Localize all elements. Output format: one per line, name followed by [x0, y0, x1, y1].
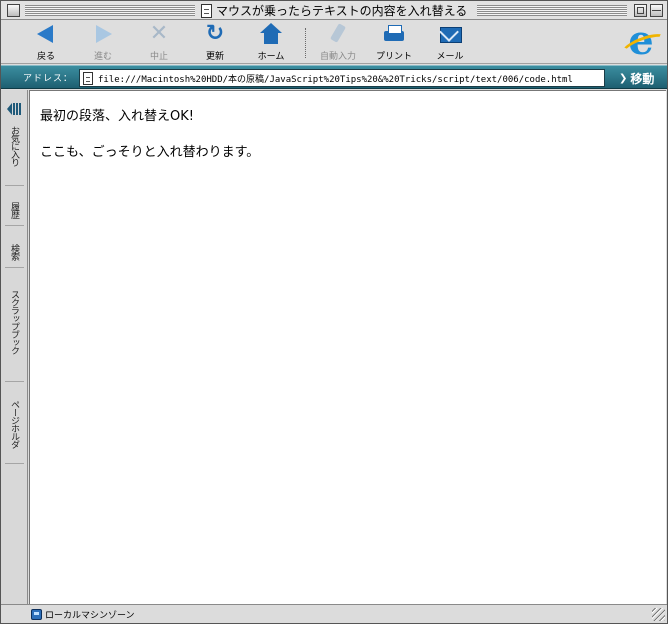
address-input[interactable]: file:///Macintosh%20HDD/本の原稿/JavaScript%…: [79, 69, 605, 87]
forward-label: 進む: [93, 52, 112, 62]
forward-arrow-icon: [91, 22, 115, 46]
paragraph-2[interactable]: ここも、ごっそりと入れ替わります。: [40, 144, 656, 162]
home-label: ホーム: [257, 52, 285, 62]
home-icon: [259, 22, 283, 46]
home-button[interactable]: ホーム: [243, 22, 299, 62]
autofill-button[interactable]: 自動入力: [310, 22, 366, 62]
status-bar: ローカルマシンゾーン: [1, 604, 667, 623]
explorer-toggle-icon[interactable]: [5, 101, 23, 117]
refresh-label: 更新: [205, 52, 224, 62]
security-zone: ローカルマシンゾーン: [31, 607, 135, 621]
refresh-icon: ↻: [205, 21, 225, 46]
browser-window: マウスが乗ったらテキストの内容を入れ替える 戻る 進む ✕ 中止 ↻ 更新 ホー…: [0, 0, 668, 624]
address-url[interactable]: file:///Macintosh%20HDD/本の原稿/JavaScript%…: [98, 72, 573, 85]
stop-label: 中止: [149, 52, 168, 62]
address-bar: アドレス： file:///Macintosh%20HDD/本の原稿/JavaS…: [1, 65, 667, 89]
explorer-bar-tabs: お気に入り 履歴 検索 スクラップブック ページホルダ: [1, 90, 28, 604]
tab-scrapbook[interactable]: スクラップブック: [5, 286, 24, 382]
window-title-text: マウスが乗ったらテキストの内容を入れ替える: [216, 4, 468, 18]
back-button[interactable]: 戻る: [18, 22, 74, 62]
print-label: プリント: [375, 52, 412, 62]
tab-favorites[interactable]: お気に入り: [5, 122, 24, 186]
refresh-button[interactable]: ↻ 更新: [187, 21, 243, 63]
tab-page-holder[interactable]: ページホルダ: [5, 396, 24, 464]
resize-grip-icon[interactable]: [652, 608, 665, 621]
toolbar: 戻る 進む ✕ 中止 ↻ 更新 ホーム 自動入力 プリント メール e: [1, 20, 667, 64]
collapse-box[interactable]: [650, 4, 663, 17]
go-arrow-icon: ❯: [619, 72, 628, 84]
toolbar-separator: [305, 28, 306, 58]
tab-history[interactable]: 履歴: [5, 198, 24, 226]
tab-search[interactable]: 検索: [5, 240, 24, 268]
autofill-label: 自動入力: [319, 52, 356, 62]
zoom-box[interactable]: [634, 4, 647, 17]
title-stripes-left: [25, 5, 195, 16]
computer-zone-icon: [31, 608, 42, 620]
stop-button[interactable]: ✕ 中止: [131, 21, 187, 63]
mail-button[interactable]: メール: [422, 22, 478, 62]
title-stripes-right: [477, 5, 627, 16]
mail-envelope-icon: [438, 22, 462, 46]
page-document-icon[interactable]: [83, 71, 93, 85]
go-button[interactable]: ❯ 移動: [619, 69, 654, 87]
address-label: アドレス：: [23, 74, 74, 84]
pen-icon: [326, 22, 350, 46]
close-box[interactable]: [7, 4, 20, 17]
stop-x-icon: ✕: [149, 21, 169, 46]
title-bar[interactable]: マウスが乗ったらテキストの内容を入れ替える: [1, 1, 667, 20]
forward-button[interactable]: 進む: [75, 22, 131, 62]
mail-label: メール: [436, 52, 464, 62]
paragraph-1[interactable]: 最初の段落、入れ替えOK!: [40, 108, 656, 126]
print-button[interactable]: プリント: [366, 22, 422, 62]
zone-label: ローカルマシンゾーン: [45, 610, 135, 621]
page-content: 最初の段落、入れ替えOK! ここも、ごっそりと入れ替わります。: [29, 90, 666, 604]
go-label: 移動: [630, 71, 655, 86]
ie-logo-icon[interactable]: e: [623, 21, 659, 61]
document-icon: [201, 3, 212, 18]
back-arrow-icon: [34, 22, 58, 46]
printer-icon: [382, 22, 406, 46]
window-title: マウスが乗ったらテキストの内容を入れ替える: [197, 2, 472, 19]
back-label: 戻る: [36, 52, 55, 62]
